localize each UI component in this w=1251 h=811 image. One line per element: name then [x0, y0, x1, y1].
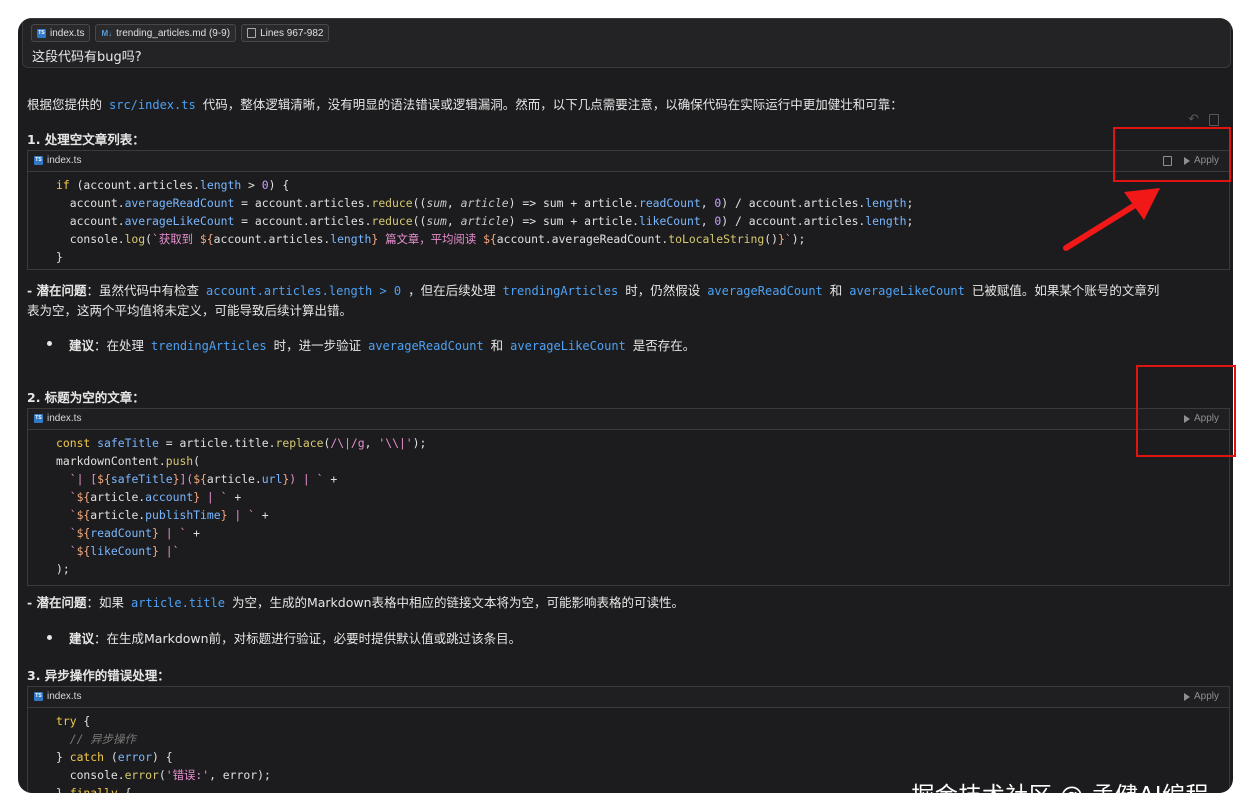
apply-label: Apply [1193, 691, 1219, 702]
watermark: 掘金技术社区 @ 孟健AI编程 [911, 776, 1209, 793]
annotation-box [1136, 365, 1236, 457]
code-header: TS index.ts Apply [28, 409, 1229, 430]
code-content: const safeTitle = article.title.replace(… [56, 436, 427, 576]
inline-code: averageReadCount [707, 284, 823, 298]
typescript-icon: TS [37, 28, 46, 38]
filename-label: index.ts [47, 691, 82, 702]
inline-code: averageLikeCount [510, 339, 626, 353]
suggestion-item: 建议：在处理 trendingArticles 时，进一步验证 averageR… [69, 335, 695, 354]
chat-window: TS index.ts M↓ trending_articles.md (9-9… [18, 18, 1233, 793]
issue-paragraph: - 潜在问题：虽然代码中有检查 account.articles.length … [27, 280, 1159, 299]
question-box[interactable]: TS index.ts M↓ trending_articles.md (9-9… [22, 18, 1231, 68]
issue-text: 时，仍然假设 [625, 283, 701, 298]
suggestion-text: 和 [490, 338, 504, 353]
issue-text: ，但在后续处理 [408, 283, 496, 298]
typescript-icon: TS [34, 692, 43, 701]
bullet [47, 341, 52, 346]
context-chip[interactable]: Lines 967-982 [241, 24, 330, 42]
inline-code: account.articles.length > 0 [206, 284, 402, 298]
filename-label: index.ts [47, 155, 82, 166]
message-actions: ↶ [1188, 112, 1219, 127]
intro-text: 代码，整体逻辑清晰，没有明显的语法错误或逻辑漏洞。然而，以下几点需要注意，以确保… [202, 97, 903, 112]
suggestion-label: 建议 [69, 631, 95, 646]
annotation-arrow [1063, 188, 1160, 251]
filename-label: index.ts [47, 413, 82, 424]
code-filename: TS index.ts [34, 691, 81, 702]
inline-code: trendingArticles [502, 284, 619, 298]
code-filename: TS index.ts [34, 413, 81, 424]
section-heading: 2. 标题为空的文章： [27, 390, 145, 405]
chip-label: trending_articles.md (9-9) [116, 27, 231, 39]
issue-label: - 潜在问题 [27, 595, 87, 610]
inline-code: article.title [131, 596, 225, 610]
section-heading: 1. 处理空文章列表： [27, 132, 145, 147]
context-chip[interactable]: TS index.ts [31, 24, 91, 42]
question-text: 这段代码有bug吗? [32, 50, 142, 65]
issue-text: 为空，生成的Markdown表格中相应的链接文本将为空，可能影响表格的可读性。 [231, 595, 685, 610]
suggestion-label: 建议 [69, 338, 95, 353]
section-heading: 3. 异步操作的错误处理： [27, 668, 170, 683]
suggestion-text: 是否存在。 [632, 338, 696, 353]
issue-text: 已被赋值。如果某个账号的文章列 [971, 283, 1160, 298]
lines-icon [247, 28, 257, 38]
typescript-icon: TS [34, 156, 43, 165]
bullet [47, 635, 52, 640]
markdown-icon: M↓ [101, 28, 113, 38]
suggestion-text: ：在生成Markdown前，对标题进行验证，必要时提供默认值或跳过该条目。 [94, 631, 522, 646]
code-header: TS index.ts Apply [28, 151, 1229, 172]
chip-label: Lines 967-982 [260, 27, 324, 39]
issue-text: ：虽然代码中有检查 [86, 283, 200, 298]
inline-code: averageReadCount [368, 339, 484, 353]
context-chips: TS index.ts M↓ trending_articles.md (9-9… [31, 24, 330, 42]
apply-button[interactable]: Apply [1183, 691, 1219, 702]
intro-text: 根据您提供的 [27, 97, 103, 112]
suggestion-text: ：在处理 [94, 338, 145, 353]
issue-text: ：如果 [86, 595, 125, 610]
typescript-icon: TS [34, 414, 43, 423]
issue-label: - 潜在问题 [27, 283, 87, 298]
chip-label: index.ts [50, 27, 85, 39]
inline-code: src/index.ts [109, 98, 196, 112]
play-icon [1183, 692, 1190, 701]
suggestion-text: 时，进一步验证 [273, 338, 362, 353]
code-content: if (account.articles.length > 0) { accou… [56, 178, 914, 264]
code-block: TS index.ts Apply const safeTitle = arti… [27, 408, 1230, 586]
issue-text: 和 [829, 283, 843, 298]
copy-icon[interactable] [1209, 114, 1219, 126]
code-filename: TS index.ts [34, 155, 81, 166]
inline-code: averageLikeCount [849, 284, 965, 298]
context-chip[interactable]: M↓ trending_articles.md (9-9) [95, 24, 237, 42]
issue-paragraph: - 潜在问题：如果 article.title 为空，生成的Markdown表格… [27, 592, 684, 611]
suggestion-item: 建议：在生成Markdown前，对标题进行验证，必要时提供默认值或跳过该条目。 [69, 628, 521, 647]
issue-paragraph-line2: 表为空，这两个平均值将未定义，可能导致后续计算出错。 [27, 303, 353, 318]
annotation-box [1113, 127, 1231, 182]
code-header: TS index.ts Apply [28, 687, 1229, 708]
code-block: TS index.ts Apply if (account.articles.l… [27, 150, 1230, 270]
inline-code: trendingArticles [151, 339, 267, 353]
undo-icon[interactable]: ↶ [1188, 112, 1199, 127]
intro-paragraph: 根据您提供的 src/index.ts 代码，整体逻辑清晰，没有明显的语法错误或… [27, 94, 903, 113]
